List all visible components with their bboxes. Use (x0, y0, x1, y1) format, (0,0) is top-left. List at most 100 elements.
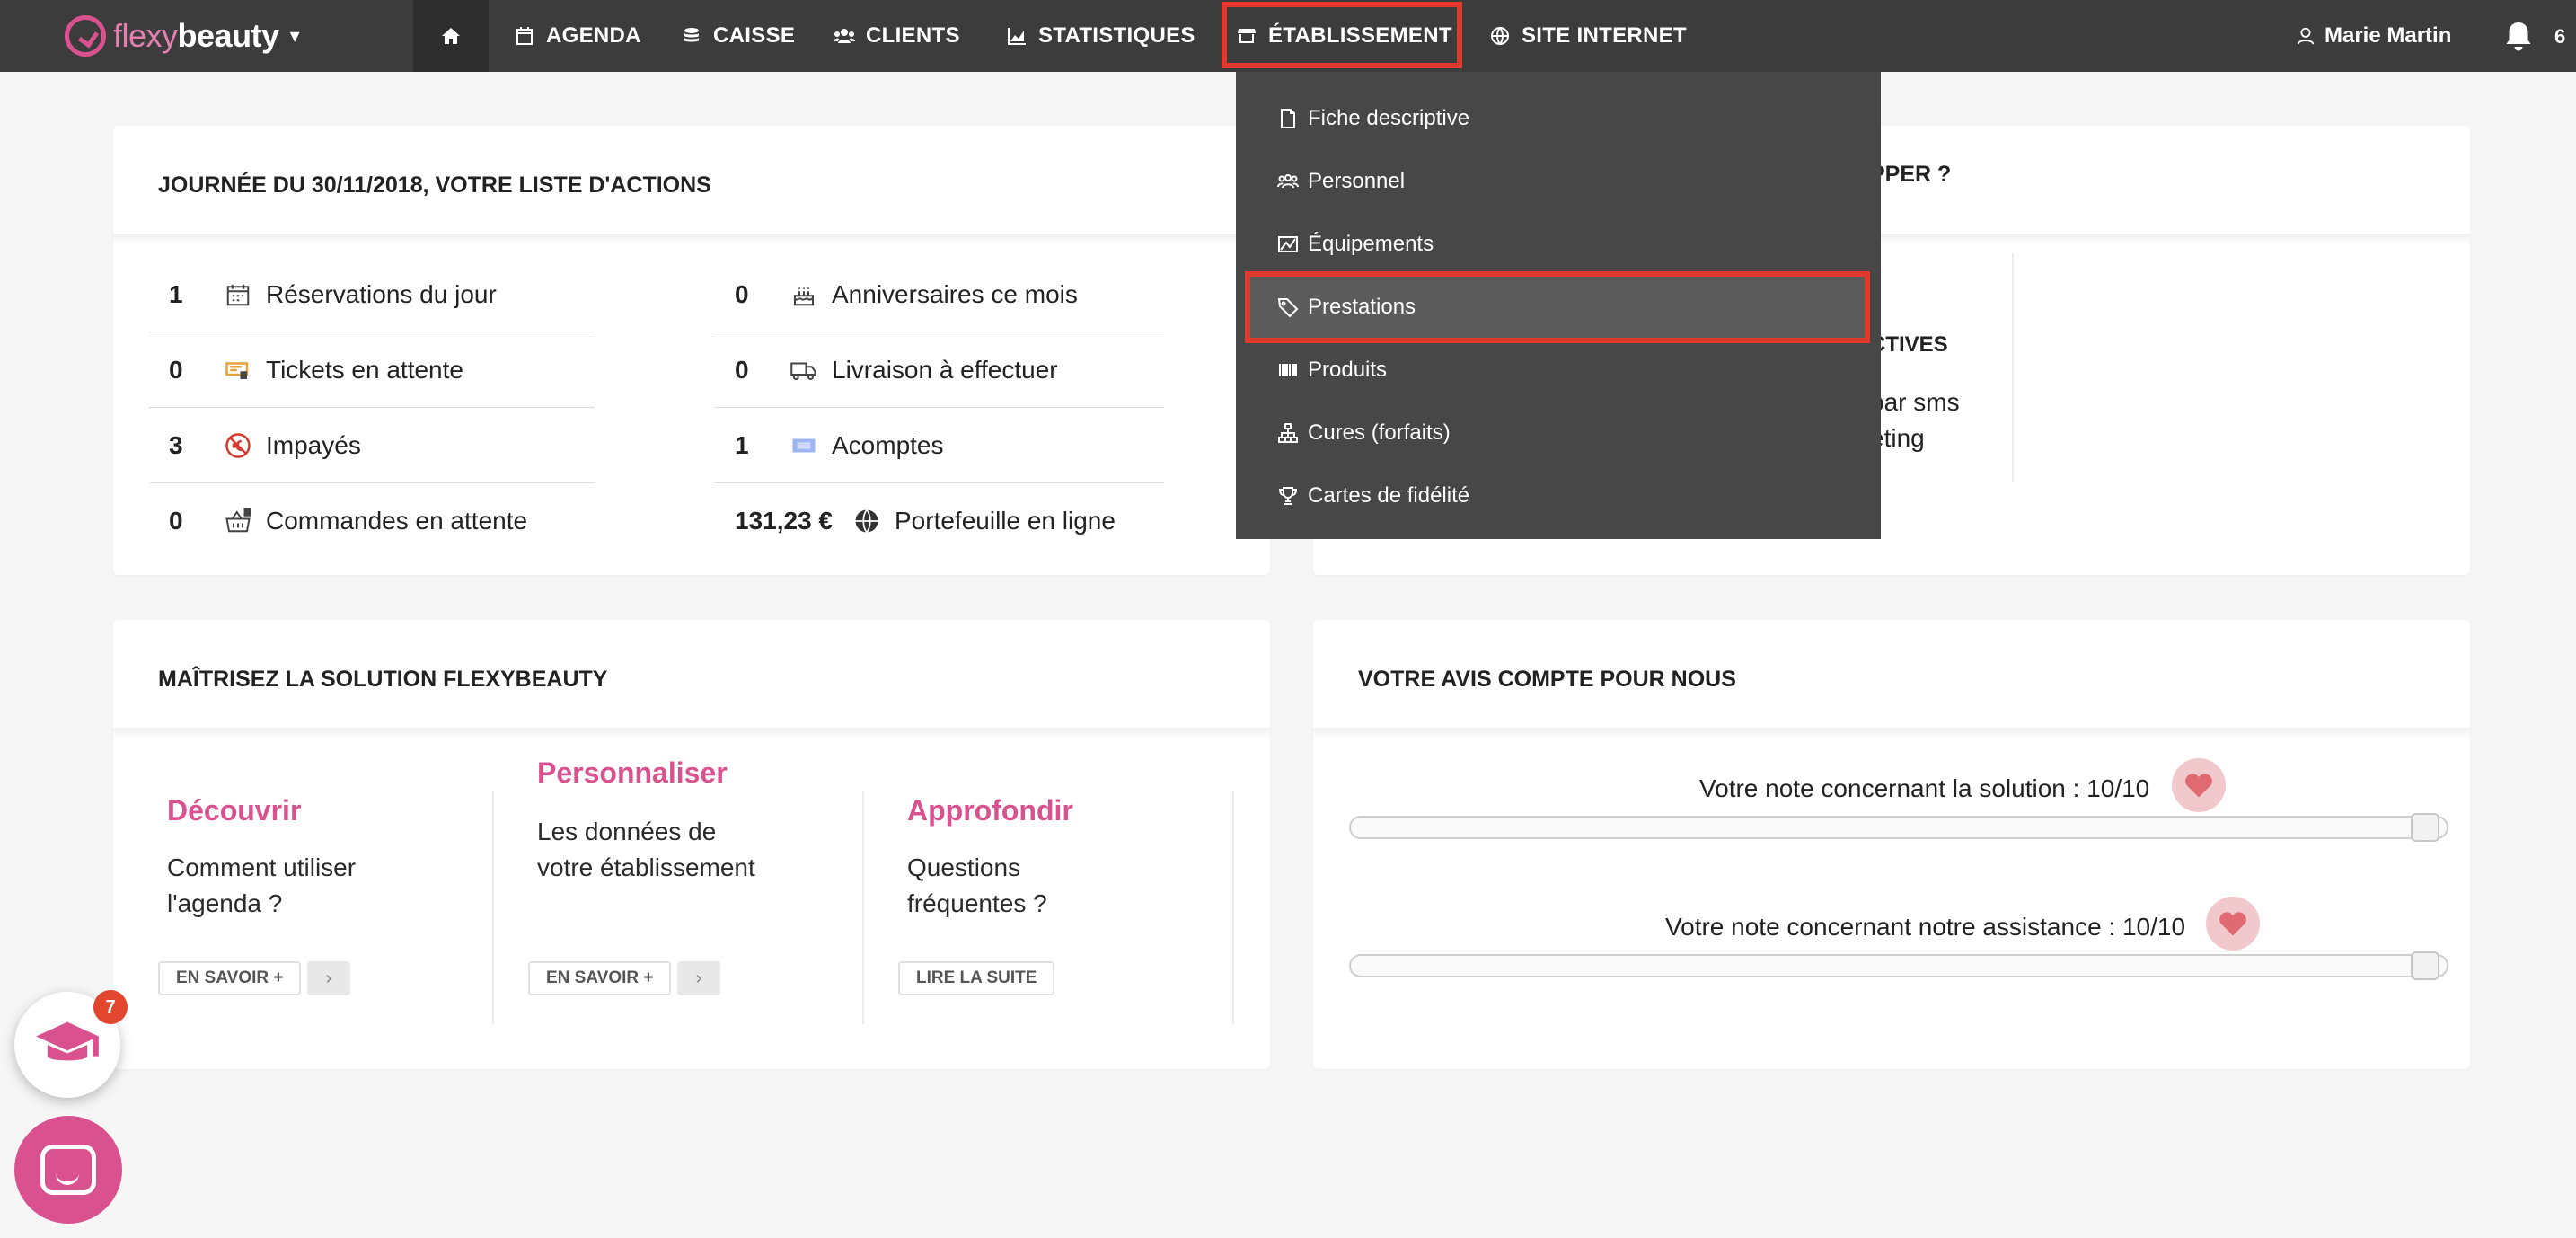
actions-title: JOURNÉE DU 30/11/2018, VOTRE LISTE D'ACT… (158, 172, 711, 198)
action-row[interactable]: 0 Anniversaires ce mois (715, 257, 1164, 332)
user-name: Marie Martin (2325, 23, 2452, 48)
nav-clients[interactable]: CLIENTS (834, 0, 960, 72)
learn-card: MAÎTRISEZ LA SOLUTION FLEXYBEAUTY Découv… (113, 620, 1270, 1069)
basket-icon (221, 504, 255, 538)
column-divider (1232, 791, 1234, 1024)
menu-item-label: Équipements (1308, 232, 1434, 256)
develop-subtitle: CTIVES (1870, 332, 1948, 357)
nav-site-internet[interactable]: SITE INTERNET (1489, 0, 1687, 72)
logo-clock-icon (65, 15, 106, 57)
develop-line: par sms (1870, 388, 1960, 416)
action-label: Commandes en attente (266, 507, 528, 535)
learn-more-button[interactable]: EN SAVOIR + (528, 961, 672, 995)
menu-item-label: Fiche descriptive (1308, 106, 1470, 130)
menu-item-prestations[interactable]: Prestations (1277, 289, 1416, 325)
action-row[interactable]: 1 Réservations du jour (149, 257, 595, 332)
card-divider (113, 234, 1270, 244)
chart-area-icon (1008, 28, 1026, 45)
menu-item-fiche-descriptive[interactable]: Fiche descriptive (1277, 101, 1469, 137)
menu-item-personnel[interactable]: Personnel (1277, 164, 1405, 199)
action-count: 1 (735, 430, 749, 459)
menu-item-cartes-fidelite[interactable]: Cartes de fidélité (1277, 478, 1469, 514)
ticket-icon (221, 353, 255, 387)
menu-item-label: Prestations (1308, 295, 1416, 319)
learn-heading: Approfondir (907, 794, 1073, 827)
action-row[interactable]: 0 Commandes en attente (149, 483, 595, 559)
actions-card: JOURNÉE DU 30/11/2018, VOTRE LISTE D'ACT… (113, 126, 1270, 575)
nav-clients-label: CLIENTS (866, 23, 960, 48)
action-row[interactable]: 131,23 € Portefeuille en ligne (715, 483, 1254, 559)
notification-count: 6 (2554, 25, 2566, 48)
learn-text: Les données de votre établissement (537, 818, 755, 881)
barcode-icon (1279, 364, 1297, 376)
menu-item-cures[interactable]: Cures (forfaits) (1277, 415, 1451, 451)
chevron-right-icon[interactable]: › (307, 961, 350, 995)
learn-more-button[interactable]: EN SAVOIR + (158, 961, 302, 995)
action-count: 1 (169, 279, 183, 308)
slider-thumb[interactable] (2411, 813, 2439, 842)
document-icon (1281, 109, 1295, 128)
menu-item-equipements[interactable]: Équipements (1277, 226, 1434, 262)
users-icon (1277, 174, 1299, 189)
chevron-right-icon[interactable]: › (677, 961, 720, 995)
nav-agenda-label: AGENDA (546, 23, 641, 48)
etablissement-dropdown-menu: Fiche descriptive Personnel Équipements … (1236, 72, 1881, 539)
globe-icon (850, 504, 884, 538)
nav-site-label: SITE INTERNET (1522, 23, 1687, 48)
nav-statistiques[interactable]: STATISTIQUES (1006, 0, 1195, 72)
nav-agenda[interactable]: AGENDA (514, 0, 641, 72)
solution-rating-label: Votre note concernant la solution : 10/1… (1699, 774, 2150, 802)
column-divider (492, 791, 494, 1024)
app-logo[interactable]: flexybeauty ▾ (65, 13, 300, 59)
sitemap-icon (1278, 423, 1298, 443)
menu-item-label: Cartes de fidélité (1308, 483, 1470, 508)
column-divider (862, 791, 864, 1024)
menu-item-produits[interactable]: Produits (1277, 352, 1387, 388)
action-count: 0 (169, 355, 183, 384)
graduation-cap-icon (36, 1021, 99, 1061)
user-icon (2297, 27, 2315, 45)
users-icon (834, 29, 855, 43)
action-label: Livraison à effectuer (832, 355, 1058, 384)
calendar-icon (221, 278, 255, 312)
home-icon (442, 28, 460, 44)
top-nav-bar: flexybeauty ▾ AGENDA CAISSE CLIENTS STAT… (0, 0, 2576, 72)
nav-home[interactable] (413, 0, 489, 72)
action-label: Impayés (266, 430, 361, 459)
action-label: Acomptes (832, 430, 944, 459)
trophy-icon (1278, 487, 1298, 505)
menu-item-label: Cures (forfaits) (1308, 420, 1451, 445)
action-row[interactable]: 0 Tickets en attente (149, 332, 595, 408)
bell-icon[interactable] (2502, 20, 2535, 52)
nav-caisse[interactable]: CAISSE (681, 0, 795, 72)
feedback-title: VOTRE AVIS COMPTE POUR NOUS (1358, 667, 1736, 692)
chat-launcher-button[interactable] (14, 1116, 122, 1224)
academy-badge: 7 (93, 990, 128, 1024)
action-count: 0 (735, 355, 749, 384)
action-row[interactable]: 1 Acomptes (715, 408, 1164, 483)
deposit-ticket-icon (787, 429, 821, 463)
action-count: 3 (169, 430, 183, 459)
menu-item-label: Produits (1308, 358, 1388, 382)
heart-icon (2172, 758, 2226, 812)
highlight-box-etablissement (1222, 2, 1462, 68)
chat-bubble-icon (40, 1145, 96, 1195)
action-row[interactable]: 3 Impayés (149, 408, 595, 483)
heart-icon (2206, 897, 2260, 951)
learn-heading: Personnaliser (537, 756, 728, 789)
action-label: Tickets en attente (266, 355, 463, 384)
read-more-button[interactable]: LIRE LA SUITE (898, 961, 1055, 995)
equipment-icon (1278, 236, 1298, 252)
assistance-rating-slider[interactable] (1349, 951, 2448, 980)
nav-caisse-label: CAISSE (713, 23, 796, 48)
coins-icon (684, 28, 699, 42)
card-divider (1313, 728, 2470, 738)
user-menu[interactable]: Marie Martin (2296, 0, 2451, 72)
nav-statistiques-label: STATISTIQUES (1038, 23, 1195, 48)
action-row[interactable]: 0 Livraison à effectuer (715, 332, 1164, 408)
solution-rating-slider[interactable] (1349, 813, 2448, 842)
learn-title: MAÎTRISEZ LA SOLUTION FLEXYBEAUTY (158, 667, 608, 692)
slider-thumb[interactable] (2411, 951, 2439, 980)
logo-text: flexybeauty (113, 17, 279, 54)
assistance-rating-label: Votre note concernant notre assistance :… (1665, 913, 2186, 941)
